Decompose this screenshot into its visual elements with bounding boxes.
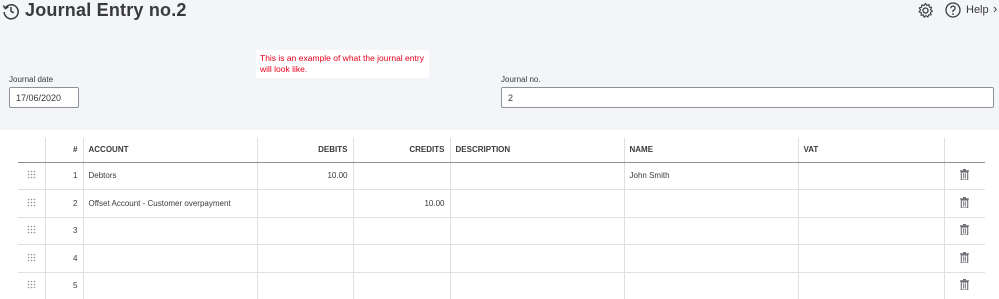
page-title: Journal Entry no.2 bbox=[25, 0, 187, 20]
header-description[interactable]: DESCRIPTION bbox=[450, 138, 625, 163]
account-cell[interactable] bbox=[83, 244, 258, 273]
trash-icon[interactable] bbox=[960, 224, 970, 236]
debits-cell[interactable] bbox=[257, 189, 354, 218]
row-num: 5 bbox=[45, 272, 84, 299]
row-drag-cell[interactable] bbox=[18, 189, 46, 218]
delete-cell[interactable] bbox=[944, 244, 985, 273]
help-link[interactable]: Help bbox=[966, 4, 989, 16]
drag-handle-icon[interactable] bbox=[27, 253, 36, 262]
debits-cell[interactable]: 10.00 bbox=[257, 162, 354, 190]
journal-no-label: Journal no. bbox=[501, 75, 541, 84]
close-icon[interactable]: › bbox=[993, 1, 997, 16]
vat-cell[interactable] bbox=[798, 162, 945, 190]
header-actions bbox=[944, 138, 985, 163]
credits-cell[interactable] bbox=[353, 272, 451, 299]
header-num: # bbox=[45, 138, 84, 163]
table-row[interactable]: 1 Debtors 10.00 John Smith bbox=[18, 162, 985, 190]
account-cell[interactable]: Debtors bbox=[83, 162, 258, 190]
header-account[interactable]: ACCOUNT bbox=[83, 138, 258, 163]
journal-date-input[interactable]: 17/06/2020 bbox=[9, 87, 79, 108]
description-cell[interactable] bbox=[450, 162, 625, 190]
header-name[interactable]: NAME bbox=[624, 138, 799, 163]
description-cell[interactable] bbox=[450, 189, 625, 218]
history-clock-icon[interactable] bbox=[2, 2, 20, 20]
vat-cell[interactable] bbox=[798, 244, 945, 273]
journal-date-label: Journal date bbox=[9, 75, 54, 84]
delete-cell[interactable] bbox=[944, 272, 985, 299]
row-drag-cell[interactable] bbox=[18, 217, 46, 245]
account-cell[interactable] bbox=[83, 217, 258, 245]
header-debits[interactable]: DEBITS bbox=[257, 138, 354, 163]
row-num: 1 bbox=[45, 162, 84, 190]
debits-cell[interactable] bbox=[257, 217, 354, 245]
example-note: This is an example of what the journal e… bbox=[256, 50, 429, 78]
vat-cell[interactable] bbox=[798, 189, 945, 218]
header-credits[interactable]: CREDITS bbox=[353, 138, 451, 163]
journal-no-input[interactable]: 2 bbox=[501, 87, 994, 108]
table-row[interactable]: 5 bbox=[18, 272, 985, 299]
drag-handle-icon[interactable] bbox=[27, 225, 36, 234]
table-header-row: # ACCOUNT DEBITS CREDITS DESCRIPTION NAM… bbox=[18, 138, 985, 163]
trash-icon[interactable] bbox=[960, 251, 970, 263]
vat-cell[interactable] bbox=[798, 272, 945, 299]
row-num: 3 bbox=[45, 217, 84, 245]
header-vat[interactable]: VAT bbox=[798, 138, 945, 163]
table-row[interactable]: 2 Offset Account - Customer overpayment 10… bbox=[18, 189, 985, 218]
debits-cell[interactable] bbox=[257, 244, 354, 273]
row-drag-cell[interactable] bbox=[18, 162, 46, 190]
drag-handle-icon[interactable] bbox=[27, 280, 36, 289]
debits-cell[interactable] bbox=[257, 272, 354, 299]
description-cell[interactable] bbox=[450, 244, 625, 273]
credits-cell[interactable]: 10.00 bbox=[353, 189, 451, 218]
name-cell[interactable] bbox=[624, 244, 799, 273]
credits-cell[interactable] bbox=[353, 244, 451, 273]
account-cell[interactable]: Offset Account - Customer overpayment bbox=[83, 189, 258, 218]
account-cell[interactable] bbox=[83, 272, 258, 299]
delete-cell[interactable] bbox=[944, 217, 985, 245]
name-cell[interactable] bbox=[624, 272, 799, 299]
trash-icon[interactable] bbox=[960, 279, 970, 291]
description-cell[interactable] bbox=[450, 217, 625, 245]
name-cell[interactable] bbox=[624, 189, 799, 218]
table-row[interactable]: 4 bbox=[18, 244, 985, 273]
credits-cell[interactable] bbox=[353, 217, 451, 245]
description-cell[interactable] bbox=[450, 272, 625, 299]
help-circle-icon[interactable] bbox=[945, 2, 961, 18]
row-drag-cell[interactable] bbox=[18, 244, 46, 273]
gear-icon[interactable] bbox=[917, 2, 934, 19]
journal-lines-table: # ACCOUNT DEBITS CREDITS DESCRIPTION NAM… bbox=[18, 138, 985, 299]
delete-cell[interactable] bbox=[944, 162, 985, 190]
name-cell[interactable]: John Smith bbox=[624, 162, 799, 190]
table-row[interactable]: 3 bbox=[18, 217, 985, 245]
row-drag-cell[interactable] bbox=[18, 272, 46, 299]
delete-cell[interactable] bbox=[944, 189, 985, 218]
header-drag bbox=[18, 138, 46, 163]
drag-handle-icon[interactable] bbox=[27, 170, 36, 179]
credits-cell[interactable] bbox=[353, 162, 451, 190]
trash-icon[interactable] bbox=[960, 169, 970, 181]
name-cell[interactable] bbox=[624, 217, 799, 245]
trash-icon[interactable] bbox=[960, 196, 970, 208]
row-num: 2 bbox=[45, 189, 84, 218]
vat-cell[interactable] bbox=[798, 217, 945, 245]
row-num: 4 bbox=[45, 244, 84, 273]
drag-handle-icon[interactable] bbox=[27, 198, 36, 207]
